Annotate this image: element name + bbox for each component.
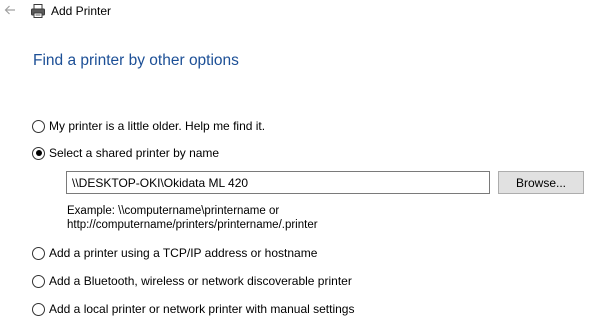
option-shared-printer-label: Select a shared printer by name	[49, 146, 220, 160]
back-button[interactable]	[3, 3, 17, 17]
option-shared-printer[interactable]: Select a shared printer by name	[32, 145, 219, 161]
printer-icon	[31, 4, 45, 18]
radio-older-printer[interactable]	[32, 119, 45, 133]
add-printer-window: Add Printer Find a printer by other opti…	[0, 0, 594, 331]
radio-shared-printer[interactable]	[32, 146, 45, 160]
example-line-1: Example: \\computername\printername or	[67, 205, 280, 217]
shared-printer-name-input[interactable]	[66, 171, 490, 194]
window-title: Add Printer	[51, 4, 112, 18]
option-older-printer[interactable]: My printer is a little older. Help me fi…	[32, 118, 265, 134]
radio-local-printer[interactable]	[32, 302, 45, 316]
title-bar: Add Printer	[0, 0, 594, 24]
browse-button[interactable]: Browse...	[498, 171, 584, 194]
radio-tcpip-printer[interactable]	[32, 246, 45, 260]
option-local-printer[interactable]: Add a local printer or network printer w…	[32, 301, 354, 317]
option-bluetooth-printer[interactable]: Add a Bluetooth, wireless or network dis…	[32, 273, 352, 289]
option-tcpip-printer-label: Add a printer using a TCP/IP address or …	[49, 246, 318, 260]
page-heading: Find a printer by other options	[33, 52, 239, 69]
option-tcpip-printer[interactable]: Add a printer using a TCP/IP address or …	[32, 245, 317, 261]
back-arrow-icon	[4, 5, 15, 15]
option-local-printer-label: Add a local printer or network printer w…	[49, 302, 355, 316]
option-older-printer-label: My printer is a little older. Help me fi…	[49, 119, 266, 133]
example-text: Example: \\computername\printername or h…	[67, 204, 318, 232]
example-line-2: http://computername/printers/printername…	[67, 219, 318, 231]
option-bluetooth-printer-label: Add a Bluetooth, wireless or network dis…	[49, 274, 352, 288]
radio-bluetooth-printer[interactable]	[32, 274, 45, 288]
